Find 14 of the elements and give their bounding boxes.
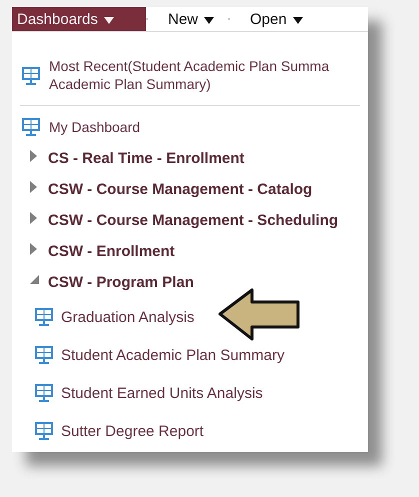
folder-label[interactable]: CSW - Course Management - Catalog: [48, 181, 312, 198]
menu-item[interactable]: Student Earned Units Analysis: [12, 374, 368, 412]
menu-item[interactable]: My Dashboard: [12, 106, 368, 137]
menu-tab[interactable]: Open: [230, 7, 317, 31]
menu-tab[interactable]: New: [148, 7, 228, 31]
folder-label[interactable]: CS - Real Time - Enrollment: [48, 150, 244, 167]
menu-item[interactable]: Sutter Degree Report: [12, 412, 368, 450]
menu-item[interactable]: Student Academic Plan Summary: [12, 336, 368, 374]
menu-item[interactable]: Most Recent(Student Academic Plan Summa Academic Plan Summary): [12, 32, 368, 93]
menu-item[interactable]: Graduation Analysis: [12, 298, 368, 336]
folder-label[interactable]: CSW - Enrollment: [48, 243, 175, 260]
folder-label[interactable]: CSW - Course Management - Scheduling: [48, 212, 338, 229]
menu-tab[interactable]: Dashboards: [12, 7, 146, 31]
folder-label[interactable]: CSW - Program Plan: [48, 274, 194, 291]
